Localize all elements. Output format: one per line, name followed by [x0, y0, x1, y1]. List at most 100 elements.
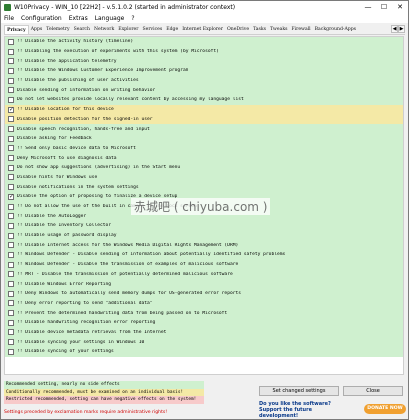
- setting-row[interactable]: !! Windows Defender - Disable sending of…: [5, 250, 403, 260]
- setting-checkbox[interactable]: [8, 116, 14, 123]
- tab-scroll-left-icon[interactable]: ◀: [391, 25, 398, 33]
- setting-row[interactable]: !! Disabling the execution of experiment…: [5, 46, 403, 57]
- setting-checkbox[interactable]: [8, 261, 14, 268]
- setting-row[interactable]: !! Disable the Windows Customer Experien…: [5, 66, 403, 76]
- setting-row[interactable]: !! Send only basic device data to Micros…: [5, 143, 403, 154]
- setting-checkbox[interactable]: [8, 126, 14, 133]
- legend-restricted: Restricted recommended, setting can have…: [4, 396, 204, 404]
- tab-internet-explorer[interactable]: Internet Explorer: [180, 25, 225, 34]
- setting-checkbox[interactable]: [8, 222, 14, 229]
- setting-checkbox[interactable]: [8, 174, 14, 181]
- setting-row[interactable]: Disable asking for Feedback: [5, 133, 403, 144]
- setting-checkbox[interactable]: [8, 67, 14, 74]
- setting-label: !! Disable location for this device: [17, 107, 114, 113]
- setting-label: !! Deny error reporting to send "additio…: [17, 300, 153, 306]
- setting-checkbox[interactable]: [8, 87, 14, 94]
- setting-row[interactable]: !! Disable syncing of your settings: [5, 347, 403, 357]
- setting-row[interactable]: !! MRT - Disable the transmission of pot…: [5, 269, 403, 280]
- setting-checkbox[interactable]: [8, 48, 14, 55]
- setting-checkbox[interactable]: [8, 339, 14, 346]
- setting-checkbox[interactable]: [8, 164, 14, 171]
- setting-label: Disable sending of information on writin…: [17, 87, 156, 93]
- setting-checkbox[interactable]: [8, 203, 14, 210]
- setting-row[interactable]: !! Disable the publishing of user activi…: [5, 75, 403, 86]
- setting-row[interactable]: Disable speech recognition, hands-free a…: [5, 124, 403, 134]
- setting-checkbox[interactable]: [8, 96, 14, 103]
- tab-explorer[interactable]: Explorer: [116, 25, 140, 34]
- setting-checkbox[interactable]: [8, 184, 14, 191]
- setting-checkbox[interactable]: [8, 290, 14, 297]
- tab-tasks[interactable]: Tasks: [251, 25, 268, 34]
- tab-scroll-arrows: ◀ ▶: [391, 25, 405, 33]
- tab-tweaks[interactable]: Tweaks: [268, 25, 289, 34]
- setting-row[interactable]: !! Prevent the determined handwriting da…: [5, 308, 403, 318]
- setting-checkbox[interactable]: [8, 300, 14, 307]
- setting-checkbox[interactable]: [8, 329, 14, 336]
- setting-row[interactable]: !! Disable location for this device: [5, 104, 403, 115]
- setting-row[interactable]: !! Disable Windows Error Reporting: [5, 279, 403, 289]
- set-changed-settings-button[interactable]: Set changed settings: [259, 386, 339, 396]
- app-logo-icon: [4, 3, 11, 11]
- legend-conditional: Conditionally recommended, must be exami…: [4, 388, 204, 396]
- setting-row[interactable]: Disable notifications in the system sett…: [5, 182, 403, 192]
- setting-row[interactable]: !! Disable device metadata retrieval fro…: [5, 327, 403, 338]
- tab-firewall[interactable]: Firewall: [289, 25, 312, 34]
- setting-checkbox[interactable]: [8, 213, 14, 220]
- close-button[interactable]: Close: [343, 386, 403, 396]
- setting-row[interactable]: Disable sending of information on writin…: [5, 85, 403, 96]
- setting-row[interactable]: Disable hints for Windows use: [5, 172, 403, 183]
- setting-checkbox[interactable]: [8, 319, 14, 326]
- setting-row[interactable]: !! Disable the activity history (timelin…: [5, 37, 403, 47]
- setting-checkbox[interactable]: [8, 145, 14, 152]
- tab-search[interactable]: Search: [72, 25, 92, 34]
- setting-row[interactable]: Disable position detection for the signe…: [5, 114, 403, 125]
- setting-checkbox[interactable]: [8, 58, 14, 65]
- setting-label: !! Disable device metadata retrieval fro…: [17, 329, 167, 335]
- setting-row[interactable]: !! Windows Defender - Disable the transm…: [5, 259, 403, 270]
- setting-row[interactable]: Do not show app suggestions (advertising…: [5, 162, 403, 173]
- setting-row[interactable]: !! Disable the Inventory Collector: [5, 221, 403, 231]
- menu-language[interactable]: Language: [95, 15, 125, 22]
- menu-configuration[interactable]: Configuration: [21, 15, 62, 22]
- setting-row[interactable]: !! Disable syncing your settings in Wind…: [5, 337, 403, 347]
- setting-row[interactable]: !! Deny Windows to automatically send me…: [5, 288, 403, 299]
- tab-apps[interactable]: Apps: [29, 25, 45, 34]
- tab-privacy[interactable]: Privacy: [4, 25, 29, 34]
- tab-scroll-right-icon[interactable]: ▶: [398, 25, 405, 33]
- setting-row[interactable]: Do not let websites provide locally rele…: [5, 95, 403, 105]
- setting-row[interactable]: !! Disable usage of password display: [5, 230, 403, 241]
- setting-checkbox[interactable]: [8, 106, 14, 113]
- setting-checkbox[interactable]: [8, 242, 14, 249]
- menu-extras[interactable]: Extras: [69, 15, 88, 22]
- donate-button[interactable]: DONATE NOW: [364, 404, 406, 414]
- tab-services[interactable]: Services: [140, 25, 164, 34]
- setting-checkbox[interactable]: [8, 281, 14, 288]
- setting-checkbox[interactable]: [8, 38, 14, 45]
- setting-label: !! Send only basic device data to Micros…: [17, 145, 136, 151]
- setting-checkbox[interactable]: [8, 271, 14, 278]
- setting-checkbox[interactable]: [8, 251, 14, 258]
- setting-checkbox[interactable]: [8, 193, 14, 200]
- setting-row[interactable]: !! Disable handwriting recognition error…: [5, 317, 403, 328]
- window-title: W10Privacy - WIN_10 [22H2] - v.5.1.0.2 (…: [14, 3, 236, 11]
- close-window-button[interactable]: ✕: [392, 1, 408, 13]
- tab-onedrive[interactable]: OneDrive: [225, 25, 251, 34]
- tab-network[interactable]: Network: [92, 25, 116, 34]
- setting-row[interactable]: !! Disable Internet access for the Windo…: [5, 240, 403, 251]
- setting-row[interactable]: !! Disable the application telemetry: [5, 56, 403, 67]
- setting-checkbox[interactable]: [8, 155, 14, 162]
- setting-row[interactable]: !! Deny error reporting to send "additio…: [5, 298, 403, 309]
- menu-file[interactable]: File: [4, 15, 14, 22]
- tab-background-apps[interactable]: Background-Apps: [313, 25, 358, 34]
- setting-checkbox[interactable]: [8, 77, 14, 84]
- setting-row[interactable]: Deny Microsoft to use diagnosis data: [5, 153, 403, 163]
- menu-help[interactable]: ?: [131, 15, 134, 22]
- setting-checkbox[interactable]: [8, 310, 14, 317]
- setting-checkbox[interactable]: [8, 348, 14, 355]
- minimize-button[interactable]: —: [360, 1, 376, 13]
- tab-telemetry[interactable]: Telemetry: [44, 25, 71, 34]
- setting-checkbox[interactable]: [8, 135, 14, 142]
- maximize-button[interactable]: ☐: [376, 1, 392, 13]
- tab-edge[interactable]: Edge: [164, 25, 180, 34]
- setting-checkbox[interactable]: [8, 232, 14, 239]
